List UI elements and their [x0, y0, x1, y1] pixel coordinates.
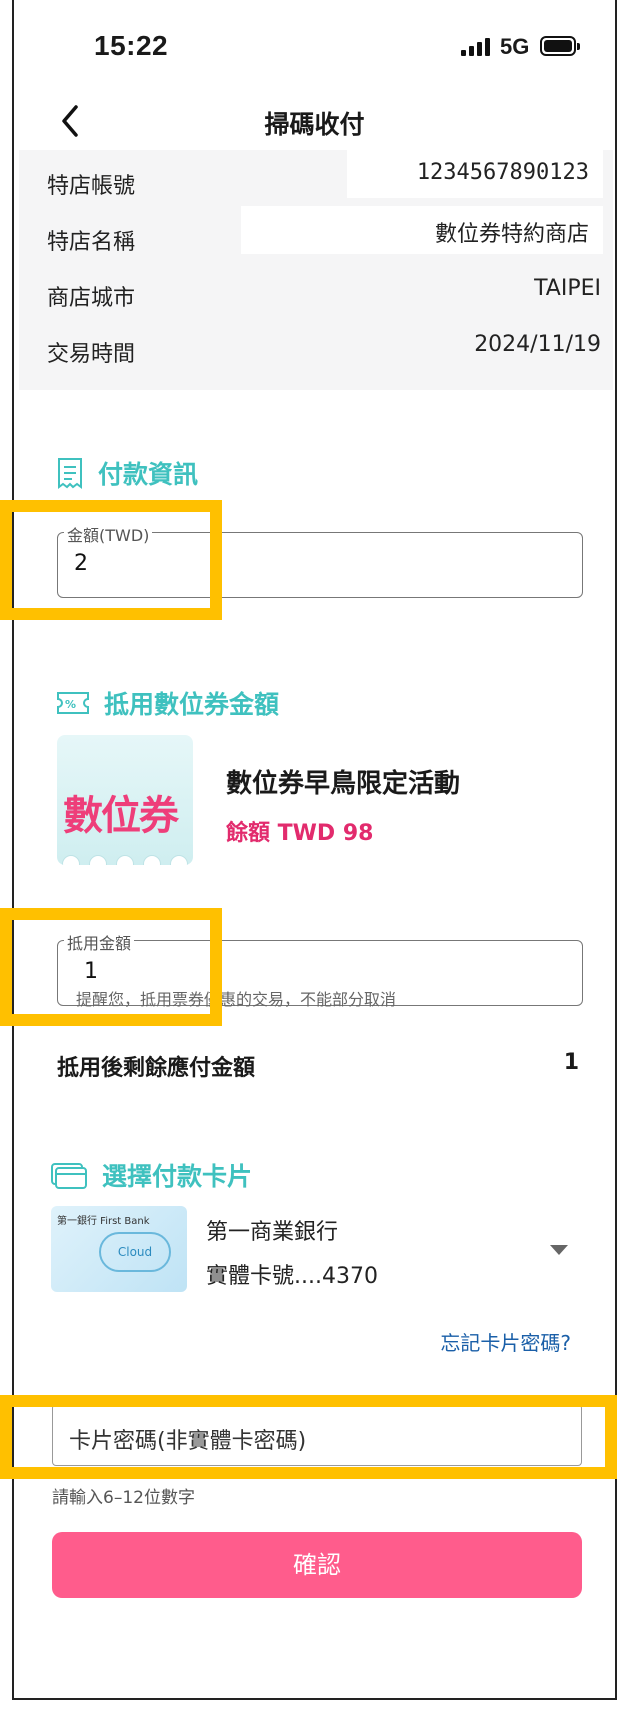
highlight-amount [0, 500, 222, 620]
coupon-balance: 餘額 TWD 98 [226, 821, 374, 846]
merchant-info: 特店帳號 1234567890123 特店名稱 數位券特約商店 商店城市 TAI… [19, 150, 613, 390]
merchant-city-label: 商店城市 [47, 286, 136, 311]
voucher-section-title: 抵用數位券金額 [104, 690, 280, 719]
card-brand-text: 第一銀行 First Bank [57, 1216, 150, 1227]
remaining-amount-value: 1 [563, 1050, 579, 1075]
credit-card-icon [51, 1163, 87, 1189]
merchant-id-value: 1234567890123 [347, 150, 603, 198]
merchant-row-name: 特店名稱 數位券特約商店 [19, 206, 613, 262]
status-bar: 15:22 5G [14, 0, 615, 90]
merchant-row-id: 特店帳號 1234567890123 [19, 150, 613, 206]
card-number[interactable]: 實體卡號....4370 [206, 1258, 378, 1290]
merchant-city-value: TAIPEI [534, 276, 601, 301]
dropdown-triangle-icon[interactable] [550, 1245, 568, 1255]
svg-text:%: % [65, 698, 76, 711]
remaining-amount-label: 抵用後剩餘應付金額 [57, 1056, 256, 1081]
confirm-button[interactable]: 確認 [52, 1532, 582, 1598]
transaction-time-value: 2024/11/19 [474, 332, 601, 357]
merchant-name-label: 特店名稱 [47, 230, 136, 255]
card-cloud-text: Cloud [99, 1232, 171, 1272]
receipt-icon [58, 458, 82, 489]
forgot-password-link[interactable]: 忘記卡片密碼? [440, 1327, 571, 1356]
card-section-header: 選擇付款卡片 [50, 1157, 252, 1193]
nav-bar: 掃碼收付 [14, 95, 615, 155]
bank-name[interactable]: 第一商業銀行 [206, 1214, 338, 1246]
coupon-image: 數位券 [57, 735, 193, 865]
merchant-row-city: 商店城市 TAIPEI [19, 262, 613, 318]
card-section-title: 選擇付款卡片 [102, 1162, 253, 1191]
page-title: 掃碼收付 [264, 110, 365, 139]
voucher-section-header: % 抵用數位券金額 [56, 685, 279, 721]
network-label: 5G [500, 34, 530, 59]
signal-icon [461, 38, 490, 56]
merchant-row-time: 交易時間 2024/11/19 [19, 318, 613, 374]
payment-section-header: 付款資訊 [56, 455, 198, 491]
status-time: 15:22 [94, 30, 169, 61]
transaction-time-label: 交易時間 [47, 342, 136, 367]
coupon-ticket-icon: % [57, 692, 89, 714]
payment-section-title: 付款資訊 [98, 460, 199, 489]
merchant-name-value: 數位券特約商店 [241, 206, 603, 254]
highlight-password [0, 1395, 617, 1479]
card-password-hint: 請輸入6–12位數字 [52, 1488, 195, 1508]
highlight-deduct [0, 908, 222, 1026]
bank-card-image[interactable]: 第一銀行 First Bank Cloud [51, 1206, 187, 1292]
battery-icon [540, 36, 580, 56]
coupon-image-text: 數位券 [63, 793, 179, 839]
merchant-id-label: 特店帳號 [47, 174, 136, 199]
coupon-title: 數位券早鳥限定活動 [226, 769, 461, 799]
